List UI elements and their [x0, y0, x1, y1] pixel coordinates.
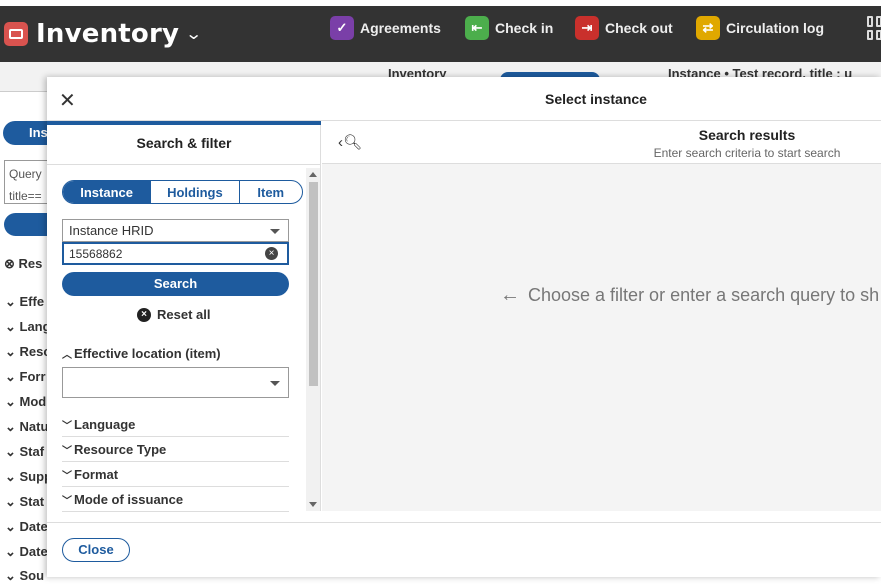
nav-label: Check in	[495, 20, 554, 36]
filter-pane-title: Search & filter	[136, 135, 232, 151]
search-filter-pane: Search & filter Instance Holdings Item I…	[47, 121, 321, 512]
background-accordion[interactable]: ⌄ Date	[5, 544, 48, 560]
accordion-label: Format	[74, 467, 119, 482]
chevron-down-icon: ﹀	[62, 471, 72, 482]
nav-check-in[interactable]: ⇤ Check in	[465, 16, 553, 40]
query-line: title==	[9, 189, 42, 203]
accordion-mode-of-issuance[interactable]: ﹀ Mode of issuance	[62, 488, 289, 512]
chevron-down-icon: ﹀	[62, 446, 72, 457]
accordion-label: Mode of issuance	[74, 492, 184, 507]
agreements-icon: ✓	[330, 16, 354, 40]
pane-accent-bar	[47, 121, 321, 125]
search-option-select[interactable]: Instance HRID	[62, 219, 289, 242]
search-input[interactable]: 15568862 ×	[62, 242, 289, 265]
chevron-down-icon: ﹀	[62, 421, 72, 432]
nav-label: Agreements	[360, 20, 441, 36]
accordion-label: Resource Type	[74, 442, 167, 457]
circulation-log-icon: ⇄	[696, 16, 720, 40]
empty-results-message: ← Choose a filter or enter a search quer…	[500, 284, 879, 307]
modal-title: Select instance	[545, 91, 647, 107]
segment-control: Instance Holdings Item	[62, 180, 303, 204]
segment-item[interactable]: Item	[238, 181, 302, 203]
accordion-label: Language	[74, 417, 136, 432]
select-instance-modal: ✕ Select instance Search & filter Instan…	[47, 77, 881, 577]
filter-scrollbar[interactable]	[306, 168, 320, 511]
chevron-down-icon[interactable]: ⌄	[185, 24, 202, 44]
background-accordion[interactable]: ⌄ Stat	[5, 494, 44, 510]
accordion-language[interactable]: ﹀ Language	[62, 413, 289, 437]
background-accordion[interactable]: ⌄ Mod	[5, 394, 46, 410]
inventory-icon	[4, 22, 28, 46]
arrow-left-icon: ←	[500, 284, 520, 306]
scroll-down-icon[interactable]	[309, 502, 317, 507]
reset-all-label: Reset all	[157, 307, 211, 322]
background-accordion[interactable]: ⌄ Staf	[5, 444, 44, 460]
results-subtitle: Enter search criteria to start search	[653, 146, 841, 160]
background-accordion[interactable]: ⌄ Effe	[5, 294, 44, 310]
query-line: Query	[9, 167, 42, 181]
chevron-down-icon: ﹀	[62, 496, 72, 507]
background-segment-instance[interactable]: Ins	[3, 121, 52, 145]
background-reset[interactable]: ⊗ Res	[4, 256, 42, 272]
apps-grid-icon[interactable]	[867, 16, 881, 40]
divider	[47, 164, 321, 165]
nav-label: Circulation log	[726, 20, 824, 36]
search-button[interactable]: Search	[62, 272, 289, 296]
background-query-input[interactable]: Query title==	[4, 160, 52, 204]
clear-icon[interactable]: ×	[265, 247, 278, 260]
effective-location-select[interactable]	[62, 367, 289, 398]
chevron-up-icon: ︿	[62, 350, 72, 361]
divider	[47, 522, 881, 523]
check-in-icon: ⇤	[465, 16, 489, 40]
nav-agreements[interactable]: ✓ Agreements	[330, 16, 441, 40]
background-accordion[interactable]: ⌄ Supp	[5, 469, 52, 485]
segment-instance[interactable]: Instance	[63, 181, 151, 203]
accordion-label: Effective location (item)	[74, 346, 221, 361]
reset-all-button[interactable]: × Reset all	[137, 307, 210, 322]
nav-check-out[interactable]: ⇥ Check out	[575, 16, 673, 40]
empty-message-text: Choose a filter or enter a search query …	[528, 285, 880, 305]
caret-down-icon	[270, 381, 280, 386]
nav-circulation-log[interactable]: ⇄ Circulation log	[696, 16, 824, 40]
check-out-icon: ⇥	[575, 16, 599, 40]
background-accordion[interactable]: ⌄ Forr	[5, 369, 46, 385]
search-input-value: 15568862	[69, 247, 123, 261]
close-button[interactable]: Close	[62, 538, 130, 562]
background-accordion[interactable]: ⌄ Date	[5, 519, 48, 535]
background-search-button[interactable]	[4, 213, 52, 236]
background-accordion[interactable]: ⌄ Resc	[5, 344, 51, 360]
background-accordion[interactable]: ⌄ Sou	[5, 568, 44, 584]
background-accordion[interactable]: ⌄ Natu	[5, 419, 48, 435]
results-header: ‹🔍︎ Search results Enter search criteria…	[322, 121, 881, 164]
accordion-resource-type[interactable]: ﹀ Resource Type	[62, 438, 289, 462]
app-title[interactable]: Inventory	[36, 19, 179, 49]
scroll-up-icon[interactable]	[309, 172, 317, 177]
results-title: Search results	[698, 127, 796, 143]
segment-holdings[interactable]: Holdings	[150, 181, 238, 203]
background-accordion[interactable]: ⌄ Lang	[5, 319, 51, 335]
background-reset-label: Res	[18, 256, 43, 271]
accordion-format[interactable]: ﹀ Format	[62, 463, 289, 487]
caret-down-icon	[270, 229, 280, 234]
search-option-value: Instance HRID	[69, 223, 154, 238]
reset-icon: ×	[137, 307, 151, 322]
accordion-effective-location[interactable]: ︿ Effective location (item)	[62, 346, 221, 361]
search-results-pane: ‹🔍︎ Search results Enter search criteria…	[322, 121, 881, 511]
nav-label: Check out	[605, 20, 673, 36]
scrollbar-thumb[interactable]	[309, 182, 318, 386]
